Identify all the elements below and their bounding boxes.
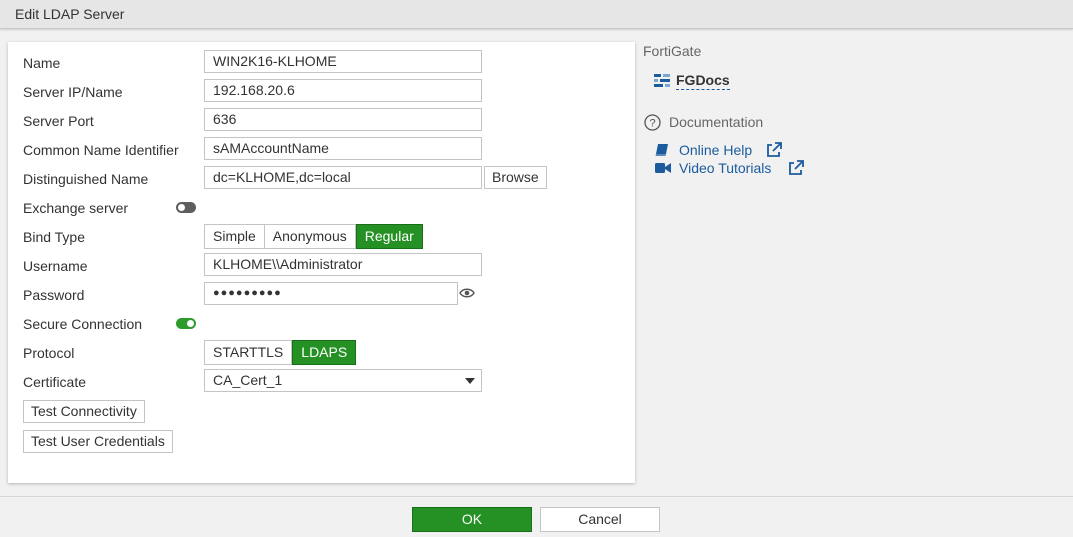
certificate-value: CA_Cert_1 xyxy=(213,372,283,388)
chevron-down-icon xyxy=(465,378,475,384)
name-label: Name xyxy=(23,55,61,71)
svg-text:?: ? xyxy=(649,118,655,130)
protocol-starttls[interactable]: STARTTLS xyxy=(205,341,293,364)
password-input[interactable]: ●●●●●●●●● xyxy=(204,282,458,305)
toggle-knob xyxy=(178,204,185,211)
server-ip-input[interactable]: 192.168.20.6 xyxy=(204,79,482,102)
server-port-input[interactable]: 636 xyxy=(204,108,482,131)
bind-type-anonymous[interactable]: Anonymous xyxy=(264,225,356,248)
distinguished-name-input[interactable]: dc=KLHOME,dc=local xyxy=(204,166,482,189)
distinguished-name-label: Distinguished Name xyxy=(23,171,149,187)
dialog-footer: OK Cancel xyxy=(0,496,1073,537)
documentation-title: Documentation xyxy=(669,114,764,130)
bind-type-simple[interactable]: Simple xyxy=(205,225,265,248)
test-user-credentials-button[interactable]: Test User Credentials xyxy=(23,430,173,453)
exchange-server-toggle[interactable] xyxy=(176,202,196,213)
fortigate-section-title: FortiGate xyxy=(643,43,702,59)
help-circle-icon: ? xyxy=(644,114,661,131)
certificate-label: Certificate xyxy=(23,374,87,390)
bind-type-label: Bind Type xyxy=(23,229,86,245)
ok-button[interactable]: OK xyxy=(412,507,532,532)
server-ip-label: Server IP/Name xyxy=(23,84,123,100)
secure-connection-label: Secure Connection xyxy=(23,316,143,332)
external-link-icon xyxy=(789,160,804,175)
protocol-label: Protocol xyxy=(23,345,75,361)
cn-identifier-label: Common Name Identifier xyxy=(23,142,179,158)
username-input[interactable]: KLHOME\\Administrator xyxy=(204,253,482,276)
name-input[interactable]: WIN2K16-KLHOME xyxy=(204,50,482,73)
fgdocs-link[interactable]: FGDocs xyxy=(676,72,730,90)
browse-button[interactable]: Browse xyxy=(484,166,547,189)
external-link-icon xyxy=(767,142,782,157)
certificate-select[interactable]: CA_Cert_1 xyxy=(204,369,482,392)
eye-icon[interactable] xyxy=(459,287,475,299)
username-label: Username xyxy=(23,258,88,274)
dialog-titlebar: Edit LDAP Server xyxy=(0,0,1073,29)
protocol-ldaps[interactable]: LDAPS xyxy=(292,340,357,365)
fgdocs-icon xyxy=(654,74,670,87)
password-label: Password xyxy=(23,287,85,303)
ldap-form-panel: Name WIN2K16-KLHOME Server IP/Name 192.1… xyxy=(8,42,635,483)
server-port-label: Server Port xyxy=(23,113,94,129)
online-help-link[interactable]: Online Help xyxy=(679,142,752,158)
video-tutorials-link[interactable]: Video Tutorials xyxy=(679,160,771,176)
protocol-selector: STARTTLS LDAPS xyxy=(204,340,357,365)
cn-identifier-input[interactable]: sAMAccountName xyxy=(204,137,482,160)
exchange-server-label: Exchange server xyxy=(23,200,129,216)
video-camera-icon xyxy=(655,163,671,173)
dialog-title: Edit LDAP Server xyxy=(15,6,125,22)
bind-type-selector: Simple Anonymous Regular xyxy=(204,224,423,249)
secure-connection-toggle[interactable] xyxy=(176,318,196,329)
test-connectivity-button[interactable]: Test Connectivity xyxy=(23,400,145,423)
toggle-knob xyxy=(187,320,194,327)
cancel-button[interactable]: Cancel xyxy=(540,507,660,532)
bind-type-regular[interactable]: Regular xyxy=(355,224,423,249)
book-icon xyxy=(655,144,668,156)
